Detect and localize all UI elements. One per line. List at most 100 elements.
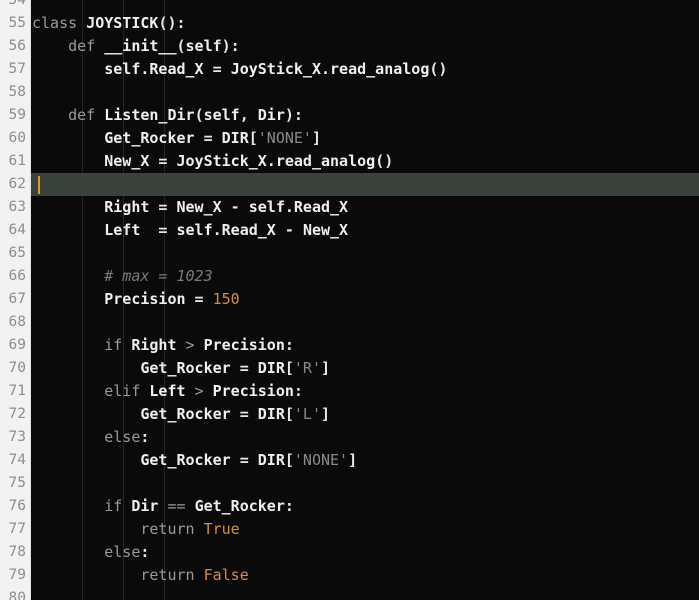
code-line[interactable]: else: xyxy=(31,426,699,449)
code-token xyxy=(32,451,140,469)
code-line[interactable]: ​ xyxy=(31,472,699,495)
code-token: [ xyxy=(285,451,294,469)
line-number: 66 xyxy=(0,265,31,288)
code-line[interactable]: New_X = JoyStick_X.read_analog() xyxy=(31,150,699,173)
code-token xyxy=(32,290,104,308)
code-line[interactable]: ​ xyxy=(31,81,699,104)
code-token: : xyxy=(294,382,303,400)
code-token xyxy=(32,405,140,423)
code-token: > xyxy=(186,382,213,400)
code-token: : xyxy=(285,497,294,515)
line-number: 58 xyxy=(0,81,31,104)
code-token: : xyxy=(140,428,149,446)
code-line[interactable]: if Right > Precision: xyxy=(31,334,699,357)
code-line[interactable]: def Listen_Dir(self, Dir): xyxy=(31,104,699,127)
code-line[interactable]: # max = 1023 xyxy=(31,265,699,288)
code-line[interactable]: self.Read_X = JoyStick_X.read_analog() xyxy=(31,58,699,81)
line-number: 72 xyxy=(0,403,31,426)
code-token: New_X xyxy=(177,198,222,216)
line-number: 80 xyxy=(0,587,31,600)
code-token: = xyxy=(231,359,258,377)
code-token: = xyxy=(231,451,258,469)
code-token: = xyxy=(195,129,222,147)
code-token: ] xyxy=(321,359,330,377)
code-token: ): xyxy=(222,37,240,55)
code-line[interactable]: else: xyxy=(31,541,699,564)
code-token: , xyxy=(240,106,258,124)
code-line[interactable]: elif Left > Precision: xyxy=(31,380,699,403)
code-token: DIR xyxy=(258,359,285,377)
code-token: JoyStick_X.read_analog xyxy=(177,152,376,170)
code-token: Dir xyxy=(258,106,285,124)
line-number-gutter[interactable]: 5455565758596061626364656667686970717273… xyxy=(0,0,31,600)
code-token: class xyxy=(32,14,86,32)
code-line[interactable]: ​ xyxy=(31,242,699,265)
line-number: 68 xyxy=(0,311,31,334)
code-token: ( xyxy=(177,37,186,55)
code-line[interactable]: Get_Rocker = DIR['NONE'] xyxy=(31,449,699,472)
code-token xyxy=(32,60,104,78)
code-token: [ xyxy=(285,405,294,423)
code-token xyxy=(32,520,140,538)
code-line[interactable]: ​ xyxy=(31,0,699,12)
code-line[interactable]: Get_Rocker = DIR['NONE'] xyxy=(31,127,699,150)
line-number: 71 xyxy=(0,380,31,403)
line-number: 79 xyxy=(0,564,31,587)
code-line[interactable]: ​ xyxy=(31,587,699,600)
code-token: = xyxy=(231,405,258,423)
line-number: 77 xyxy=(0,518,31,541)
code-token: = xyxy=(149,152,176,170)
line-number: 73 xyxy=(0,426,31,449)
code-line[interactable]: Get_Rocker = DIR['R'] xyxy=(31,357,699,380)
code-token: return xyxy=(140,520,203,538)
code-token xyxy=(32,336,104,354)
line-number: 63 xyxy=(0,196,31,219)
code-line[interactable]: def __init__(self): xyxy=(31,35,699,58)
text-caret xyxy=(38,176,40,194)
code-token: () xyxy=(429,60,447,78)
code-token: Left xyxy=(104,221,140,239)
code-token: else xyxy=(104,543,140,561)
code-line[interactable]: Right = New_X - self.Read_X xyxy=(31,196,699,219)
line-number: 78 xyxy=(0,541,31,564)
code-token: - xyxy=(276,221,303,239)
code-token: Left xyxy=(149,382,185,400)
code-text-area[interactable]: ​class JOYSTICK(): def __init__(self): s… xyxy=(31,0,699,600)
code-token xyxy=(32,497,104,515)
code-token xyxy=(32,566,140,584)
code-editor[interactable]: ​class JOYSTICK(): def __init__(self): s… xyxy=(0,0,699,600)
code-token: Precision xyxy=(213,382,294,400)
code-token: 150 xyxy=(213,290,240,308)
code-token: ] xyxy=(348,451,357,469)
code-line[interactable]: Get_Rocker = DIR['L'] xyxy=(31,403,699,426)
code-token xyxy=(32,198,104,216)
code-line-active[interactable]: ​ xyxy=(31,173,699,196)
code-line[interactable]: return False xyxy=(31,564,699,587)
code-line[interactable]: ​ xyxy=(31,311,699,334)
code-token: Precision xyxy=(204,336,285,354)
code-token: (): xyxy=(158,14,185,32)
code-token: = xyxy=(140,221,176,239)
code-token xyxy=(32,221,104,239)
code-token: __init__ xyxy=(104,37,176,55)
code-token: Get_Rocker xyxy=(140,405,230,423)
code-token: self.Read_X xyxy=(177,221,276,239)
code-token: - xyxy=(222,198,249,216)
code-line[interactable]: if Dir == Get_Rocker: xyxy=(31,495,699,518)
line-number: 54 xyxy=(0,0,31,12)
code-line[interactable]: Precision = 150 xyxy=(31,288,699,311)
code-token: if xyxy=(104,497,131,515)
code-token: DIR xyxy=(222,129,249,147)
line-number: 70 xyxy=(0,357,31,380)
code-token: self.Read_X xyxy=(249,198,348,216)
code-token: 'NONE' xyxy=(258,129,312,147)
code-line[interactable]: return True xyxy=(31,518,699,541)
line-number: 75 xyxy=(0,472,31,495)
code-line[interactable]: class JOYSTICK(): xyxy=(31,12,699,35)
code-line[interactable]: Left = self.Read_X - New_X xyxy=(31,219,699,242)
code-token: Get_Rocker xyxy=(140,359,230,377)
code-token: == xyxy=(158,497,194,515)
code-token: if xyxy=(104,336,131,354)
code-token: Get_Rocker xyxy=(104,129,194,147)
line-number: 62 xyxy=(0,173,31,196)
